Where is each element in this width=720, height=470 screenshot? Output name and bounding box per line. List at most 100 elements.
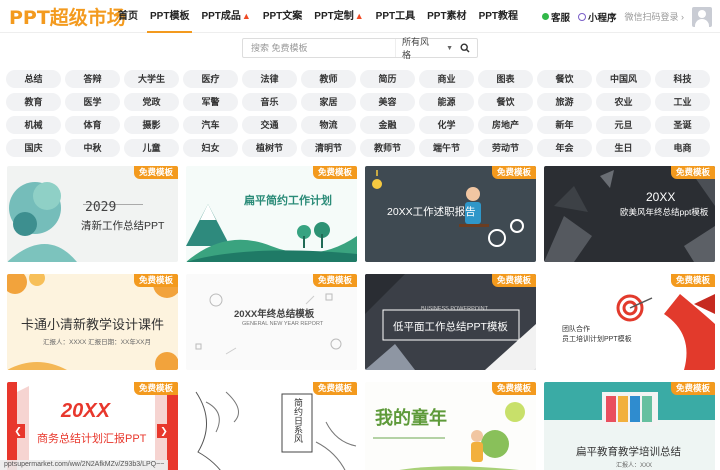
nav-ppt-tools[interactable]: PPT工具: [370, 0, 421, 33]
status-url: pptsupermarket.com/ww/2N2AfkMZv/Z93b3/LP…: [0, 460, 169, 470]
template-card[interactable]: 免费模板 我的童年: [365, 382, 536, 470]
tag-item[interactable]: 植树节: [242, 139, 297, 157]
tag-item[interactable]: 化学: [419, 116, 474, 134]
caret-down-icon: ▼: [446, 44, 453, 52]
tag-item[interactable]: 教育: [6, 93, 61, 111]
search-input[interactable]: [243, 39, 395, 57]
service-link[interactable]: 客服: [541, 10, 570, 24]
tag-item[interactable]: 机械: [6, 116, 61, 134]
template-card[interactable]: 免费模板 20XX 商务总结计划汇报PPT: [7, 382, 178, 470]
card-illustration: [616, 294, 715, 370]
tag-item[interactable]: 劳动节: [478, 139, 533, 157]
card-title: 卡通小清新教学设计课件: [21, 317, 165, 332]
tag-item[interactable]: 餐饮: [537, 70, 592, 88]
template-card[interactable]: 免费模板 团队合作 员工培训计划PPT模板: [544, 274, 715, 370]
card-title: 简约日系风: [293, 398, 303, 443]
tag-item[interactable]: 医疗: [183, 70, 238, 88]
carousel-prev-button[interactable]: ❮: [11, 424, 25, 438]
card-subtitle: BUSINESS POWERPOINT: [421, 306, 488, 312]
template-card[interactable]: 免费模板 BUSINESS POWERPOINT 低平面工作总结PPT模板: [365, 274, 536, 370]
tag-item[interactable]: 摄影: [124, 116, 179, 134]
card-title: 低平面工作总结PPT模板: [393, 321, 508, 333]
free-badge: 免费模板: [491, 166, 536, 179]
tag-item[interactable]: 大学生: [124, 70, 179, 88]
mini-program-link[interactable]: 小程序: [577, 10, 617, 24]
style-select[interactable]: 所有风格 ▼: [395, 37, 453, 60]
tag-item[interactable]: 清明节: [301, 139, 356, 157]
nav-ppt-materials[interactable]: PPT素材: [421, 0, 472, 33]
search-button[interactable]: [453, 39, 477, 57]
avatar[interactable]: [692, 6, 712, 27]
main-nav: 首页 PPT模板 PPT成品▲ PPT文案 PPT定制▲ PPT工具 PPT素材…: [112, 0, 524, 33]
card-subtitle: GENERAL NEW YEAR REPORT: [242, 321, 324, 327]
tag-item[interactable]: 军警: [183, 93, 238, 111]
tag-item[interactable]: 总结: [6, 70, 61, 88]
tag-item[interactable]: 能源: [419, 93, 474, 111]
card-illustration: [7, 382, 178, 470]
tag-item[interactable]: 圣诞: [655, 116, 710, 134]
tag-item[interactable]: 汽车: [183, 116, 238, 134]
tag-item[interactable]: 教师: [301, 70, 356, 88]
nav-ppt-copywriting[interactable]: PPT文案: [257, 0, 308, 33]
card-title: 20XX年终总结模板: [234, 309, 315, 320]
tag-item[interactable]: 中秋: [65, 139, 120, 157]
site-logo[interactable]: PPT超级市场: [9, 4, 126, 29]
template-card[interactable]: 免费模板 扁平教育教学培训总结 汇报人：XXX: [544, 382, 715, 470]
fire-icon: ▲: [241, 11, 251, 21]
tag-item[interactable]: 餐饮: [478, 93, 533, 111]
nav-ppt-tutorials[interactable]: PPT教程: [473, 0, 524, 33]
template-card[interactable]: 免费模板 2029 清新工作总结PPT: [7, 166, 178, 262]
tag-item[interactable]: 交通: [242, 116, 297, 134]
tag-item[interactable]: 商业: [419, 70, 474, 88]
tag-item[interactable]: 端午节: [419, 139, 474, 157]
carousel-next-button[interactable]: ❯: [157, 424, 171, 438]
tag-item[interactable]: 美容: [360, 93, 415, 111]
tag-item[interactable]: 元旦: [596, 116, 651, 134]
tag-item[interactable]: 儿童: [124, 139, 179, 157]
template-card[interactable]: 免费模板 卡通小清新教学设计课件 汇报人：XXXX 汇报日期：XX年XX月: [7, 274, 178, 370]
tag-item[interactable]: 年会: [537, 139, 592, 157]
card-subtitle: 汇报人：XXX: [616, 463, 653, 469]
tag-item[interactable]: 答辩: [65, 70, 120, 88]
free-badge: 免费模板: [312, 166, 357, 179]
chevron-left-icon: ❮: [14, 426, 22, 436]
template-card[interactable]: 免费模板 20XX年终总结模板 GENERAL NEW YEAR REPORT: [186, 274, 357, 370]
card-subtitle: 欧美风年终总结ppt模板: [620, 207, 709, 217]
tag-item[interactable]: 体育: [65, 116, 120, 134]
card-title: 团队合作: [562, 326, 590, 333]
tag-item[interactable]: 工业: [655, 93, 710, 111]
tag-item[interactable]: 电商: [655, 139, 710, 157]
tag-item[interactable]: 中国风: [596, 70, 651, 88]
template-card[interactable]: 免费模板 20XX工作述职报告: [365, 166, 536, 262]
tag-item[interactable]: 国庆: [6, 139, 61, 157]
tag-item[interactable]: 医学: [65, 93, 120, 111]
template-card[interactable]: 免费模板 扁平简约工作计划: [186, 166, 357, 262]
tag-item[interactable]: 物流: [301, 116, 356, 134]
tag-item[interactable]: 新年: [537, 116, 592, 134]
tag-item[interactable]: 科技: [655, 70, 710, 88]
card-title: 我的童年: [375, 408, 447, 428]
tag-item[interactable]: 法律: [242, 70, 297, 88]
nav-ppt-products[interactable]: PPT成品▲: [195, 0, 256, 33]
tag-item[interactable]: 教师节: [360, 139, 415, 157]
tag-item[interactable]: 简历: [360, 70, 415, 88]
free-badge: 免费模板: [133, 382, 178, 395]
tag-item[interactable]: 生日: [596, 139, 651, 157]
tag-item[interactable]: 金融: [360, 116, 415, 134]
logo-text: PPT超级市场: [9, 6, 126, 29]
tag-item[interactable]: 旅游: [537, 93, 592, 111]
tag-item[interactable]: 图表: [478, 70, 533, 88]
tag-item[interactable]: 音乐: [242, 93, 297, 111]
nav-home[interactable]: 首页: [112, 0, 144, 33]
template-card[interactable]: 免费模板 简约日系风: [186, 382, 357, 470]
tag-item[interactable]: 党政: [124, 93, 179, 111]
tag-item[interactable]: 家居: [301, 93, 356, 111]
wechat-login-link[interactable]: 微信扫码登录 ›: [625, 10, 685, 23]
free-badge: 免费模板: [491, 382, 536, 395]
nav-ppt-templates[interactable]: PPT模板: [144, 0, 195, 33]
nav-ppt-custom[interactable]: PPT定制▲: [308, 0, 369, 33]
template-card[interactable]: 免费模板 20XX 欧美风年终总结ppt模板: [544, 166, 715, 262]
tag-item[interactable]: 妇女: [183, 139, 238, 157]
tag-item[interactable]: 房地产: [478, 116, 533, 134]
tag-item[interactable]: 农业: [596, 93, 651, 111]
